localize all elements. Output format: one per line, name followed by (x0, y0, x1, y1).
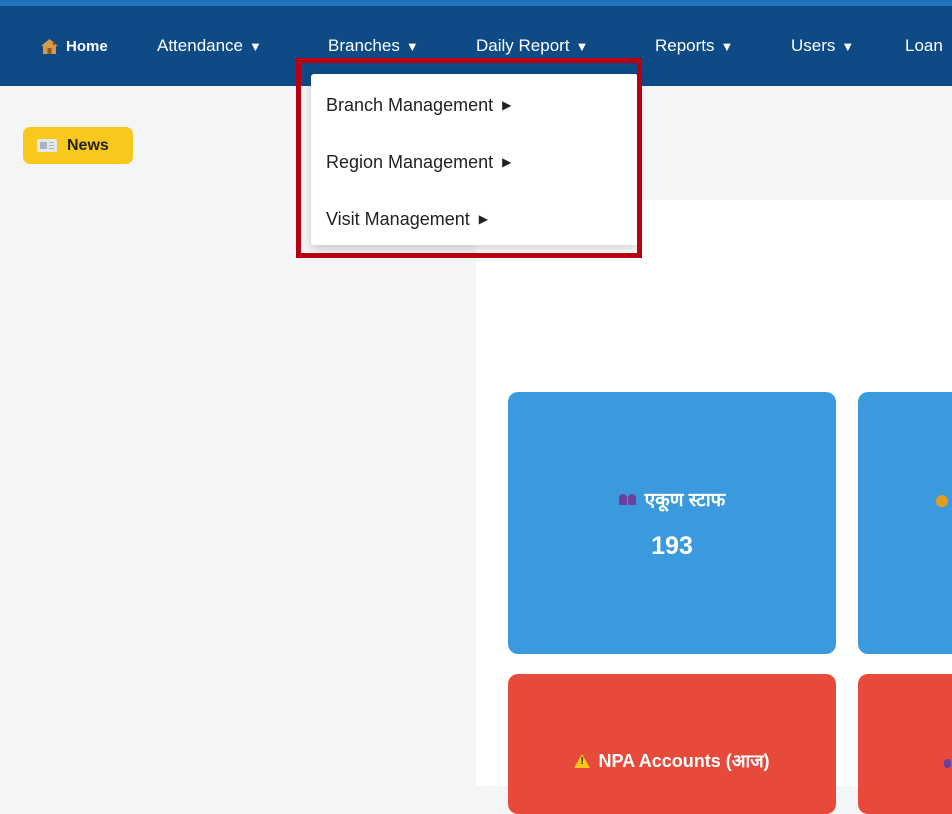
menu-item-region-management[interactable]: Region Management ▶ (326, 145, 511, 179)
home-icon (41, 38, 58, 54)
caret-down-icon: ▼ (249, 38, 262, 54)
warning-icon (574, 754, 591, 768)
npa-card-title: NPA Accounts (आज) (574, 749, 770, 773)
staff-card-title: एकूण स्टाफ (618, 486, 726, 512)
menu-item-branch-management[interactable]: Branch Management ▶ (326, 88, 511, 122)
staff-count: 193 (651, 531, 693, 560)
news-label: News (67, 136, 109, 154)
menu-item-label: Region Management (326, 151, 494, 172)
branches-dropdown-menu: Branch Management ▶ Region Management ▶ … (311, 74, 638, 245)
secondary-stat-card[interactable] (858, 392, 952, 654)
nav-users-label: Users (791, 36, 836, 55)
newspaper-icon (37, 139, 57, 152)
nav-reports[interactable]: Reports ▼ (655, 6, 733, 86)
news-button[interactable]: News (23, 127, 133, 164)
nav-attendance[interactable]: Attendance ▼ (157, 6, 262, 86)
nav-reports-label: Reports (655, 36, 715, 55)
chevron-right-icon: ▶ (502, 155, 512, 169)
npa-card-title-text: NPA Accounts (आज) (598, 751, 770, 771)
staff-card[interactable]: एकूण स्टाफ 193 (508, 392, 836, 654)
nav-branches-label: Branches (328, 36, 400, 55)
menu-item-visit-management[interactable]: Visit Management ▶ (326, 202, 488, 236)
nav-home[interactable]: Home (41, 6, 108, 86)
money-bag-icon (936, 495, 948, 507)
nav-home-label: Home (66, 37, 108, 55)
caret-down-icon: ▼ (841, 38, 855, 54)
staff-icon (618, 493, 637, 505)
nav-users[interactable]: Users ▼ (791, 6, 854, 86)
partial-icon (944, 759, 951, 768)
npa-card[interactable]: NPA Accounts (आज) (508, 674, 836, 814)
nav-loan-label: Loan (905, 36, 943, 55)
chevron-right-icon: ▶ (478, 212, 488, 226)
menu-item-label: Visit Management (326, 208, 470, 229)
nav-daily-report-label: Daily Report (476, 36, 570, 55)
nav-attendance-label: Attendance (157, 36, 244, 55)
caret-down-icon: ▼ (405, 38, 419, 54)
caret-down-icon: ▼ (720, 38, 734, 54)
staff-card-title-text: एकूण स्टाफ (644, 489, 726, 511)
menu-item-label: Branch Management (326, 94, 494, 115)
secondary-alert-card[interactable] (858, 674, 952, 814)
caret-down-icon: ▼ (575, 38, 589, 54)
chevron-right-icon: ▶ (502, 98, 512, 112)
nav-loan[interactable]: Loan (905, 6, 943, 86)
